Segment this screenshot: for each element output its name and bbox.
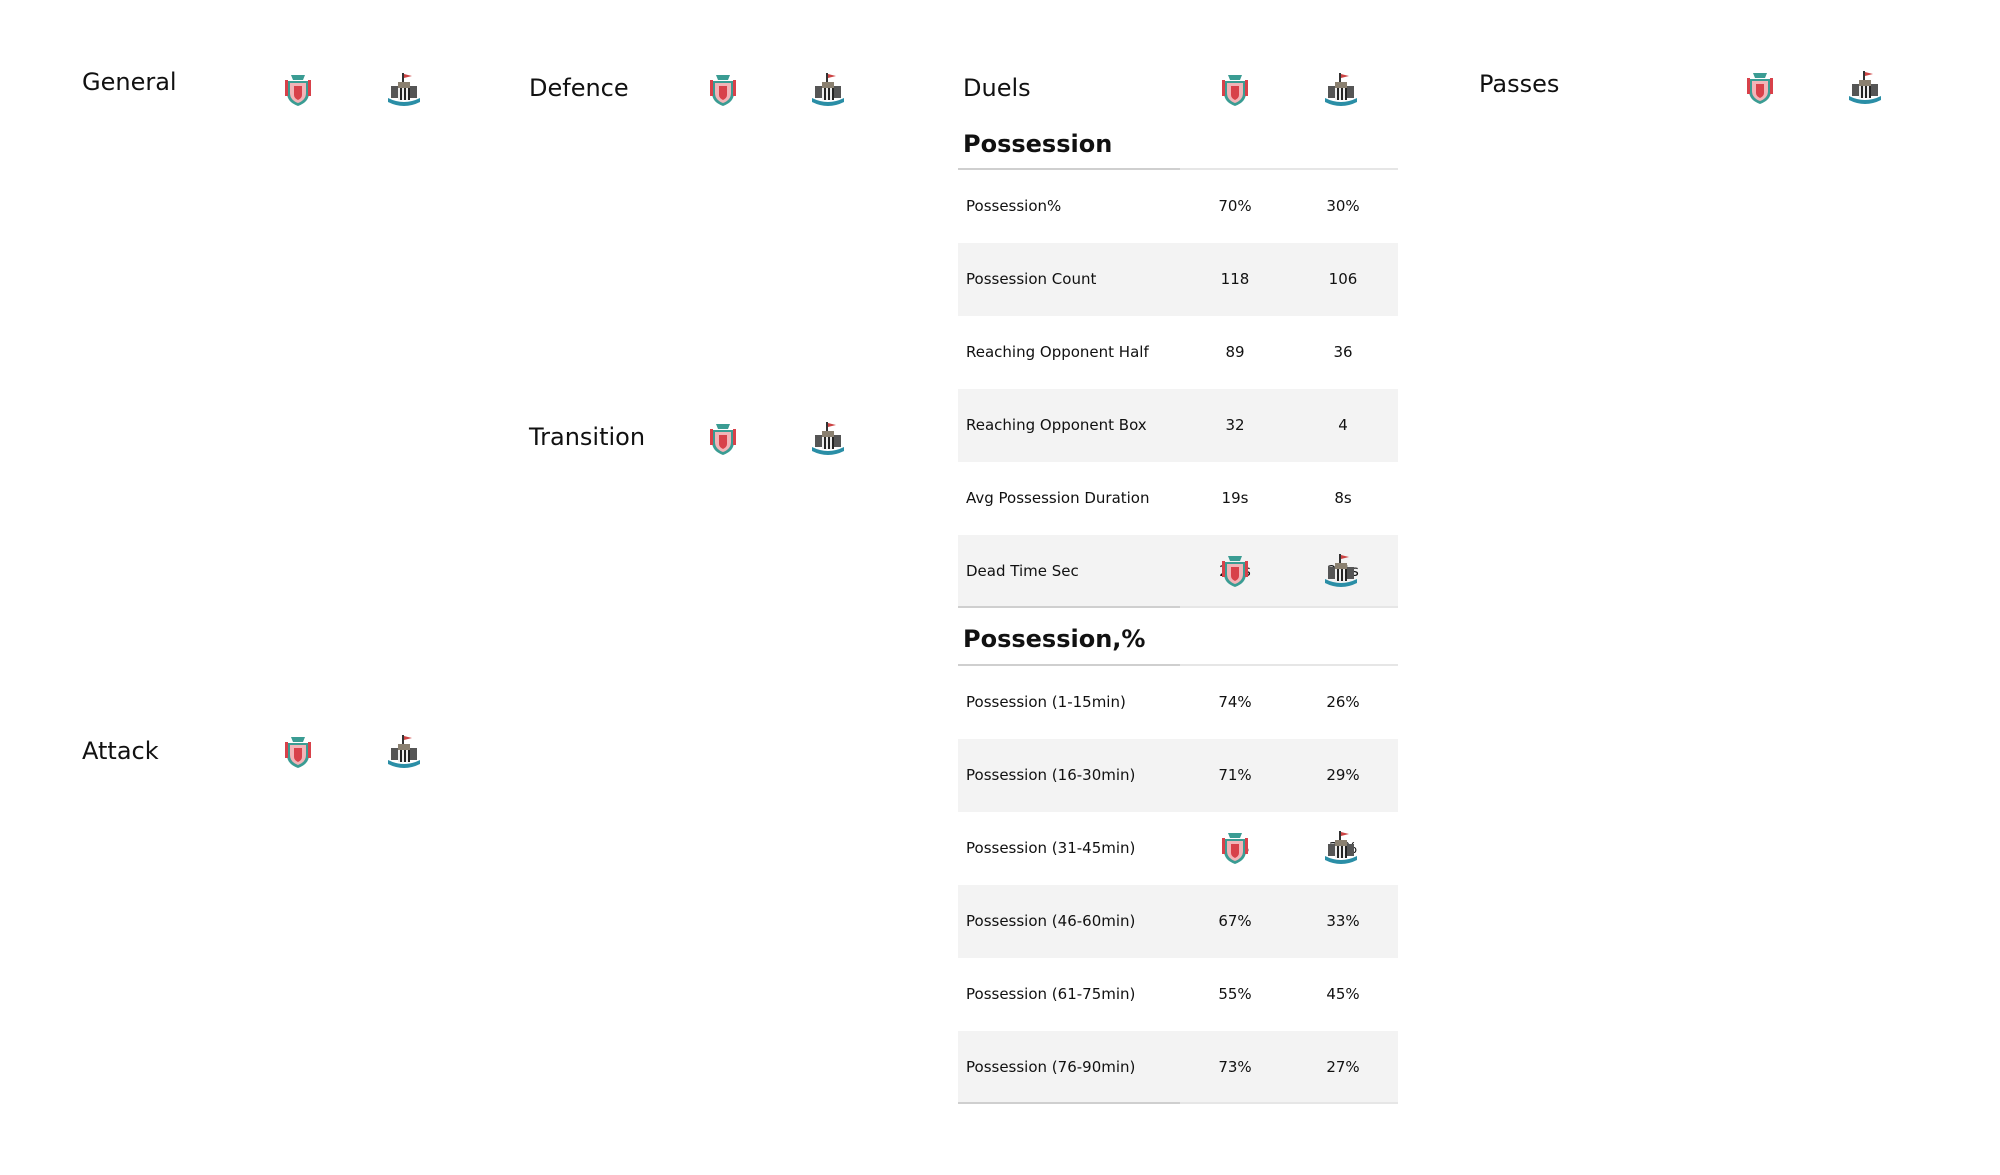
row-label: Possession (61-75min) — [966, 985, 1136, 1003]
home-value: 74% — [1218, 693, 1252, 711]
panel-title-transition: Transition — [529, 423, 646, 451]
away-value: 30% — [1326, 197, 1360, 215]
home-value: 73% — [1218, 1058, 1252, 1076]
home-value: 55% — [1218, 985, 1252, 1003]
possession-table: Possession Possession% 70% 30% Possession C… — [958, 0, 1398, 1175]
home-value: 71% — [1218, 766, 1252, 784]
row-label: Dead Time Sec — [966, 562, 1079, 580]
row-label: Possession (76-90min) — [966, 1058, 1136, 1076]
row-label: Possession (31-45min) — [966, 839, 1136, 857]
newcastle-crest-icon — [1848, 70, 1882, 106]
panel-title-passes: Passes — [1479, 70, 1560, 98]
table-row: Possession (46-60min) 67% 33% — [958, 885, 1398, 958]
newcastle-crest-icon — [1324, 830, 1358, 866]
away-value: 29% — [1326, 766, 1360, 784]
row-label: Reaching Opponent Box — [966, 416, 1147, 434]
row-label: Possession (46-60min) — [966, 912, 1136, 930]
table-row: Possession (61-75min) 55% 45% — [958, 958, 1398, 1031]
row-label: Avg Possession Duration — [966, 489, 1150, 507]
home-value: 118 — [1220, 270, 1250, 288]
table-row: Possession (31-45min)7 %3 % — [958, 812, 1398, 885]
newcastle-crest-icon — [1324, 553, 1358, 589]
home-value: 89 — [1225, 343, 1245, 361]
table-row: Possession (1-15min) 74% 26% — [958, 666, 1398, 739]
table-row: Reaching Opponent Half 89 36 — [958, 316, 1398, 389]
table-row: Dead Time Sec2 1s2 1s — [958, 535, 1398, 608]
home-value: 32 — [1225, 416, 1245, 434]
table-row: Reaching Opponent Box 32 4 — [958, 389, 1398, 462]
row-label: Possession (16-30min) — [966, 766, 1136, 784]
away-value: 45% — [1326, 985, 1360, 1003]
newcastle-crest-icon — [387, 734, 421, 770]
row-label: Reaching Opponent Half — [966, 343, 1149, 361]
row-label: Possession% — [966, 197, 1062, 215]
liverpool-crest-icon — [1218, 553, 1252, 589]
away-value: 36 — [1333, 343, 1353, 361]
liverpool-crest-icon — [706, 72, 740, 108]
home-value: 67% — [1218, 912, 1252, 930]
row-label: Possession Count — [966, 270, 1097, 288]
section-title-possession: Possession — [963, 130, 1113, 158]
newcastle-crest-icon — [811, 421, 845, 457]
liverpool-crest-icon — [1218, 830, 1252, 866]
home-value: 19s — [1221, 489, 1249, 507]
newcastle-crest-icon — [811, 72, 845, 108]
away-value: 27% — [1326, 1058, 1360, 1076]
liverpool-crest-icon — [706, 421, 740, 457]
away-value: 33% — [1326, 912, 1360, 930]
table-row: Avg Possession Duration 19s 8s — [958, 462, 1398, 535]
table-row: Possession Count 118 106 — [958, 243, 1398, 316]
divider — [958, 1102, 1398, 1104]
liverpool-crest-icon — [1743, 70, 1777, 106]
liverpool-crest-icon — [281, 734, 315, 770]
row-label: Possession (1-15min) — [966, 693, 1126, 711]
away-value: 106 — [1328, 270, 1358, 288]
table-row: Possession (76-90min) 73% 27% — [958, 1031, 1398, 1104]
panel-title-defence: Defence — [529, 74, 629, 102]
liverpool-crest-icon — [281, 72, 315, 108]
away-value: 8s — [1334, 489, 1352, 507]
section-title-possession-percent: Possession,% — [963, 625, 1146, 653]
table-row: Possession% 70% 30% — [958, 170, 1398, 243]
home-value: 70% — [1218, 197, 1252, 215]
newcastle-crest-icon — [387, 72, 421, 108]
panel-title-attack: Attack — [82, 737, 159, 765]
divider — [958, 606, 1398, 608]
away-value: 26% — [1326, 693, 1360, 711]
away-value: 4 — [1338, 416, 1348, 434]
panel-title-general: General — [82, 68, 177, 96]
table-row: Possession (16-30min) 71% 29% — [958, 739, 1398, 812]
